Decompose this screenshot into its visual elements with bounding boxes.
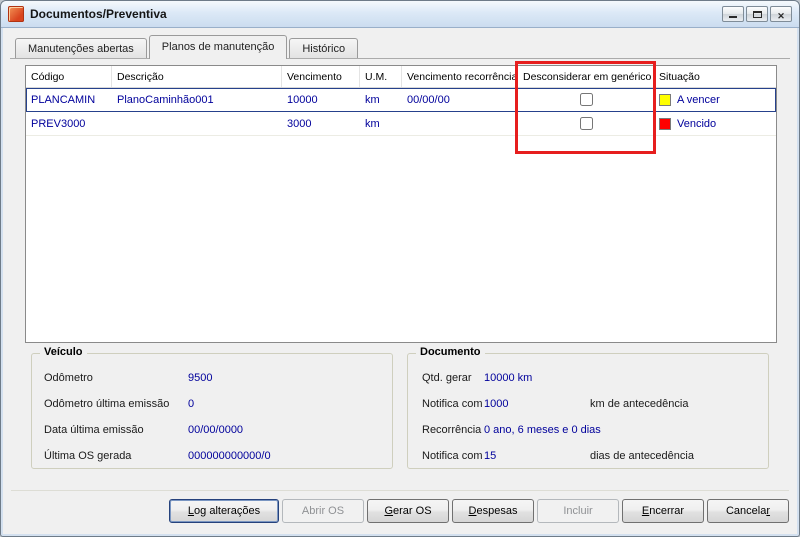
field-row: Qtd. gerar 10000 km [408,366,768,392]
ultima-os-gerada-label: Última OS gerada [44,450,132,462]
data-ultima-emissao-label: Data última emissão [44,424,144,436]
notifica-com-dias-value: 15 [484,450,497,462]
field-row: Data última emissão 00/00/0000 [32,418,392,444]
field-row: Última OS gerada 000000000000/0 [32,444,392,470]
log-alteracoes-button[interactable]: Log alterações [169,499,279,523]
tab-manutencoes-abertas[interactable]: Manutenções abertas [15,38,147,59]
desconsiderar-checkbox[interactable] [579,93,593,106]
plans-grid: Código Descrição Vencimento U.M. Vencime… [25,65,777,343]
app-icon [8,6,24,22]
tab-historico[interactable]: Histórico [289,38,359,59]
notifica-com-dias-label: Notifica com [422,450,483,462]
odometro-value: 9500 [188,372,213,384]
incluir-button: Incluir [537,499,619,523]
cell-situacao: Vencido [654,117,776,130]
qtd-gerar-value: 10000 km [484,372,533,384]
encerrar-button[interactable]: Encerrar [622,499,704,523]
status-label: Vencido [677,117,717,130]
tab-divider [10,58,790,59]
column-header-vencimento-recorrencia[interactable]: Vencimento recorrência [402,66,518,87]
notifica-com-km-value: 1000 [484,398,509,410]
button-bar: Log alterações Abrir OS Gerar OS Despesa… [169,499,789,523]
column-header-desconsiderar-em-generico[interactable]: Desconsiderar em genérico [518,66,654,87]
cell-vencimento: 10000 [287,93,318,106]
cancelar-button[interactable]: Cancelar [707,499,789,523]
notifica-com-km-suffix: km de antecedência [590,398,689,410]
cell-um: km [365,93,380,106]
status-color-swatch [659,117,671,130]
gerar-os-button[interactable]: Gerar OS [367,499,449,523]
odometro-label: Odômetro [44,372,93,384]
documento-group-title: Documento [416,346,485,358]
footer-divider [11,490,789,491]
window-title: Documentos/Preventiva [30,7,167,21]
titlebar[interactable]: Documentos/Preventiva [1,1,799,28]
cell-desconsiderar [518,117,654,130]
notifica-com-dias-suffix: dias de antecedência [590,450,694,462]
status-color-swatch [659,93,671,106]
recorrencia-label: Recorrência [422,424,482,436]
cell-desconsiderar [518,93,654,106]
column-header-um[interactable]: U.M. [360,66,402,87]
field-row: Notifica com 1000 km de antecedência [408,392,768,418]
desconsiderar-checkbox[interactable] [579,117,593,130]
maximize-icon [752,10,762,18]
column-header-descricao[interactable]: Descrição [112,66,282,87]
column-header-situacao[interactable]: Situação [654,66,776,87]
tab-planos-de-manutencao[interactable]: Planos de manutenção [148,35,288,59]
close-button[interactable] [770,6,792,22]
ultima-os-gerada-value: 000000000000/0 [188,450,271,462]
table-row[interactable]: PREV3000 3000 km Vencido [26,112,776,136]
close-icon [777,7,785,22]
notifica-com-km-label: Notifica com [422,398,483,410]
veiculo-groupbox: Veículo Odômetro 9500 Odômetro última em… [31,346,393,470]
field-row: Odômetro 9500 [32,366,392,392]
cell-vencimento: 3000 [287,117,312,130]
maximize-button[interactable] [746,6,768,22]
field-row: Notifica com 15 dias de antecedência [408,444,768,470]
grid-header-row: Código Descrição Vencimento U.M. Vencime… [26,66,776,88]
cell-situacao: A vencer [654,93,776,106]
cell-vencimento-recorrencia: 00/00/00 [407,93,450,106]
window-controls [722,6,792,22]
table-row[interactable]: PLANCAMIN PlanoCaminhão001 10000 km 00/0… [26,88,776,112]
abrir-os-button: Abrir OS [282,499,364,523]
odometro-ultima-emissao-value: 0 [188,398,195,410]
cell-codigo: PLANCAMIN [31,93,96,106]
column-header-codigo[interactable]: Código [26,66,112,87]
cell-codigo: PREV3000 [31,117,86,130]
despesas-button[interactable]: Despesas [452,499,534,523]
veiculo-group-title: Veículo [40,346,87,358]
minimize-button[interactable] [722,6,744,22]
cell-descricao: PlanoCaminhão001 [117,93,214,106]
dialog-window: Documentos/Preventiva Manutenções aberta… [0,0,800,537]
documento-groupbox: Documento Qtd. gerar 10000 km Notifica c… [407,346,769,470]
column-header-vencimento[interactable]: Vencimento [282,66,360,87]
qtd-gerar-label: Qtd. gerar [422,372,472,384]
field-row: Odômetro última emissão 0 [32,392,392,418]
data-ultima-emissao-value: 00/00/0000 [188,424,244,436]
tabstrip: Manutenções abertas Planos de manutenção… [15,35,360,59]
recorrencia-value: 0 ano, 6 meses e 0 dias [484,424,601,436]
minimize-icon [729,16,737,18]
odometro-ultima-emissao-label: Odômetro última emissão [44,398,170,410]
cell-um: km [365,117,380,130]
field-row: Recorrência 0 ano, 6 meses e 0 dias [408,418,768,444]
status-label: A vencer [677,93,720,106]
